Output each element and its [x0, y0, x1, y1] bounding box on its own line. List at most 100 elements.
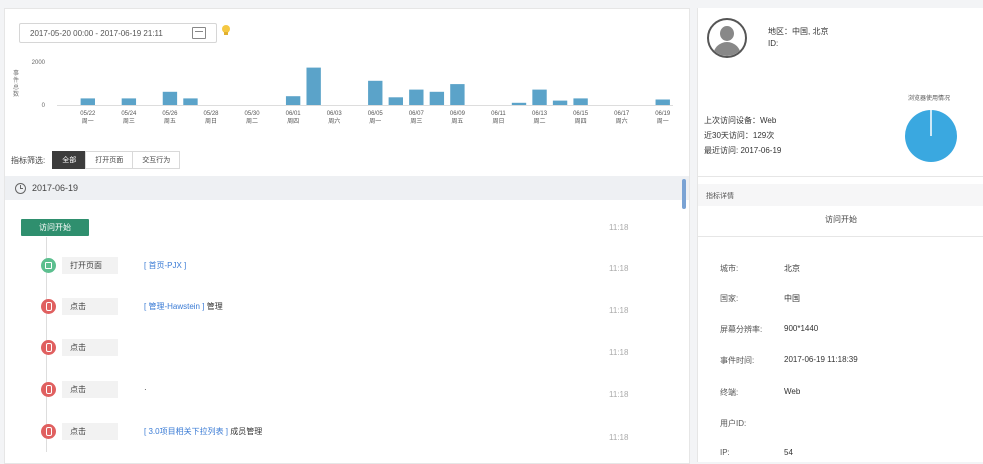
detail-value: Web [784, 387, 801, 396]
chart-bar [368, 80, 383, 105]
x-tick-label: 06/13 [532, 111, 548, 117]
detail-row: IP: 54 [720, 448, 793, 457]
event-time: 11:18 [609, 390, 629, 399]
event-link[interactable]: [ 管理-Hawstein ] [144, 302, 204, 311]
event-text: 成员管理 [228, 427, 263, 436]
page-icon [41, 258, 56, 273]
chart-bar [121, 98, 137, 105]
x-tick-day-label: 周五 [451, 118, 463, 125]
filter-all-button[interactable]: 全部 [52, 151, 87, 169]
event-target: · [144, 385, 147, 394]
event-target: [ 首页-PJX ] [144, 260, 186, 271]
browser-pie-chart [905, 110, 957, 162]
detail-row: 事件时间: 2017-06-19 11:18:39 [720, 355, 858, 366]
event-target: [ 管理-Hawstein ] 管理 [144, 301, 223, 312]
filter-open-page-button[interactable]: 打开页面 [85, 151, 134, 169]
x-tick-label: 05/24 [121, 111, 137, 117]
event-time: 11:18 [609, 306, 629, 315]
x-tick-day-label: 周五 [164, 118, 176, 125]
x-tick-label: 06/01 [286, 111, 302, 117]
x-tick-day-label: 周一 [82, 118, 94, 125]
x-tick-day-label: 周日 [492, 118, 504, 125]
detail-key: 城市: [720, 264, 739, 273]
detail-key: 屏幕分辨率: [720, 325, 763, 334]
x-tick-label: 06/17 [614, 111, 630, 117]
chart-bar [285, 96, 301, 105]
chart-bar [573, 98, 588, 105]
chart-bar [655, 99, 670, 105]
event-row[interactable]: 点击 [ 管理-Hawstein ] 管理 [41, 298, 223, 315]
detail-key: 终端: [720, 388, 739, 397]
events-bar-chart: 2000005/22周一05/24周三05/26周五05/28周日05/30周二… [32, 60, 673, 125]
event-type: 点击 [62, 423, 118, 440]
event-time: 11:18 [609, 433, 629, 442]
event-type: 打开页面 [62, 257, 118, 274]
event-link[interactable]: [ 首页-PJX ] [144, 261, 186, 270]
chart-bar [388, 97, 403, 105]
detail-title: 访问开始 [825, 215, 857, 224]
day-date: 2017-06-19 [32, 183, 79, 193]
avatar [707, 18, 747, 58]
chart-bar [162, 91, 178, 105]
event-row[interactable]: 点击 [ 3.0项目相关下拉列表 ] 成员管理 [41, 423, 262, 440]
user-panel: 地区：中国, 北京 ID: 上次访问设备：Web 近30天访问：129次 最近访… [697, 8, 983, 462]
filter-interaction-button[interactable]: 交互行为 [132, 151, 181, 169]
visit-start-badge[interactable]: 访问开始 [21, 219, 89, 236]
x-tick-day-label: 周日 [205, 118, 217, 125]
detail-row: 用户ID: [720, 418, 784, 429]
x-tick-label: 06/15 [573, 111, 589, 117]
event-row[interactable]: 点击 · [41, 381, 147, 398]
last-device: 上次访问设备：Web [704, 116, 777, 125]
event-type: 点击 [62, 339, 118, 356]
calendar-icon[interactable] [192, 27, 206, 39]
y-tick-label: 0 [42, 103, 46, 109]
event-target: [ 3.0项目相关下拉列表 ] 成员管理 [144, 426, 262, 437]
event-text: 管理 [204, 302, 223, 311]
chart-bar [511, 102, 527, 105]
x-tick-label: 05/22 [80, 111, 96, 117]
last-visit: 最近访问: 2017-06-19 [704, 146, 782, 155]
event-time: 11:18 [609, 264, 629, 273]
chart-bar [532, 89, 547, 105]
chart-bar [552, 100, 568, 105]
detail-key: 事件时间: [720, 356, 755, 365]
x-tick-label: 05/30 [245, 111, 261, 117]
scrollbar[interactable] [682, 179, 686, 209]
user-region-block: 地区：中国, 北京 ID: [768, 26, 828, 50]
event-time: 11:18 [609, 223, 629, 232]
detail-header-label: 指标详情 [706, 193, 734, 200]
event-row[interactable]: 点击 [41, 339, 144, 356]
chart-bar [409, 89, 424, 105]
detail-header: 指标详情 [698, 184, 983, 206]
detail-value: 中国 [784, 294, 800, 303]
detail-value: 900*1440 [784, 324, 819, 333]
x-tick-day-label: 周三 [410, 118, 422, 125]
filter-bar: 指标筛选: 全部 打开页面 交互行为 [11, 151, 181, 169]
x-tick-day-label: 周四 [575, 118, 587, 125]
x-tick-label: 05/26 [162, 111, 178, 117]
avatar-head [720, 26, 734, 41]
event-link[interactable]: [ 3.0项目相关下拉列表 ] [144, 427, 228, 436]
x-tick-label: 05/28 [203, 111, 219, 117]
user-visit-info: 上次访问设备：Web 近30天访问：129次 最近访问: 2017-06-19 [704, 113, 781, 158]
detail-row: 终端: Web [720, 387, 800, 398]
event-type: 点击 [62, 298, 118, 315]
x-tick-day-label: 周二 [534, 118, 546, 125]
user-id: ID: [768, 39, 779, 48]
chart-bar [429, 91, 445, 105]
chart-bar [80, 98, 95, 105]
event-row[interactable]: 打开页面 [ 首页-PJX ] [41, 257, 186, 274]
day-header[interactable]: 2017-06-19 [5, 176, 689, 200]
detail-value: 54 [784, 448, 793, 457]
event-text: · [144, 385, 147, 394]
x-tick-label: 06/11 [491, 111, 506, 117]
x-tick-day-label: 周一 [369, 118, 381, 125]
event-panel: 2017-05-20 00:00 - 2017-06-19 21:11 事件总数… [4, 8, 690, 464]
x-tick-label: 06/05 [368, 111, 384, 117]
lightbulb-icon[interactable] [222, 25, 230, 35]
date-range-picker[interactable]: 2017-05-20 00:00 - 2017-06-19 21:11 [19, 23, 217, 43]
chart-bar [450, 84, 465, 105]
x-tick-label: 06/07 [409, 111, 425, 117]
avatar-body [713, 42, 741, 56]
detail-key: 国家: [720, 294, 739, 303]
